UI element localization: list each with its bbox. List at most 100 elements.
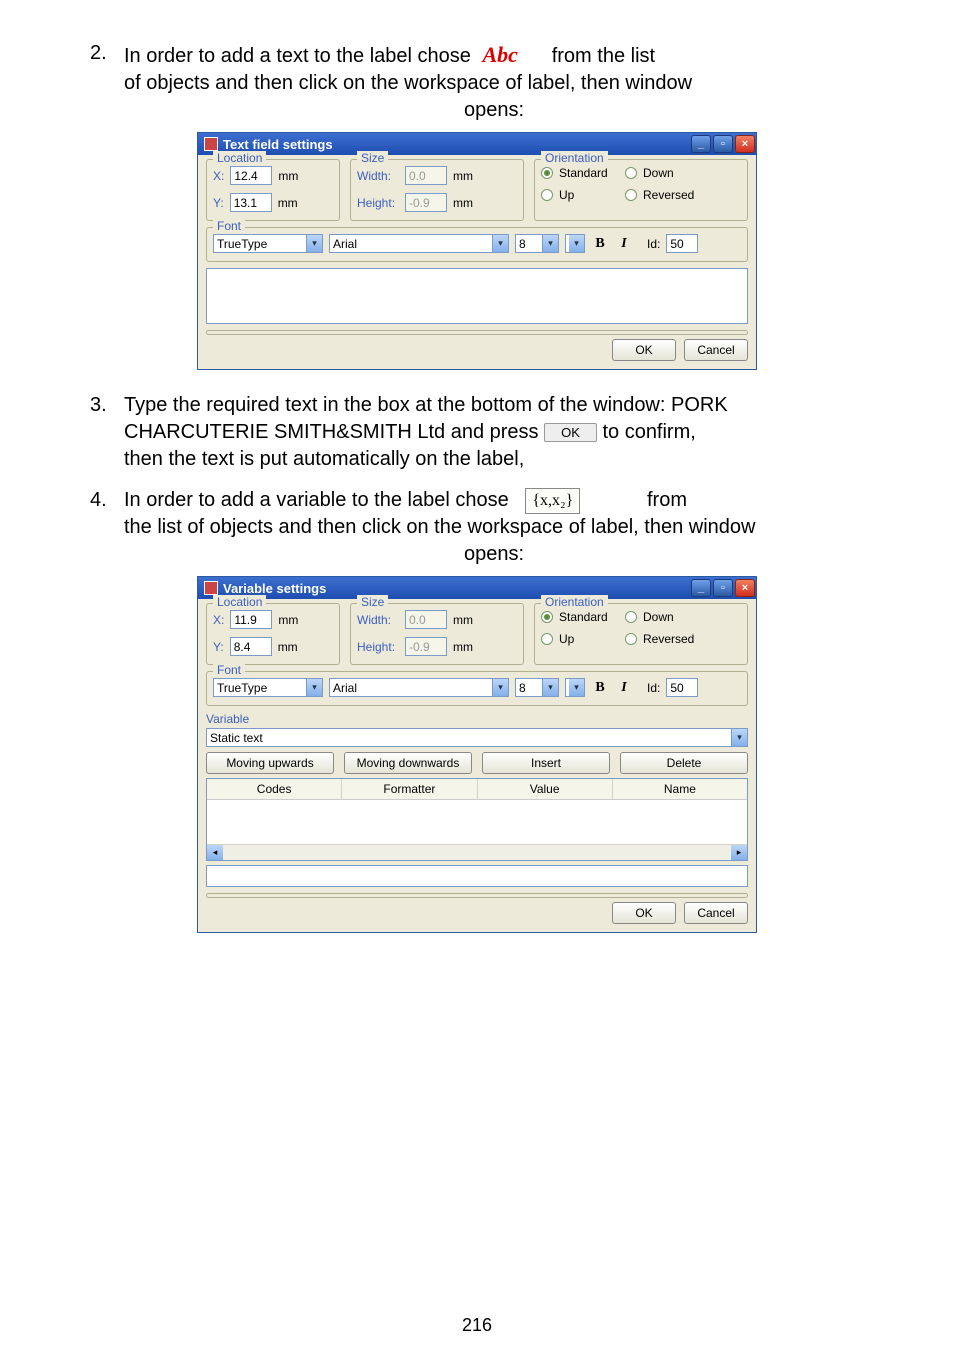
font-type-select[interactable]: TrueType ▾ <box>213 678 323 697</box>
step2-text-d: opens: <box>124 97 864 124</box>
mm-x: mm <box>278 169 298 183</box>
width-label: Width: <box>357 169 399 183</box>
mm-h: mm <box>453 640 473 654</box>
radio-down[interactable] <box>625 167 637 179</box>
y-label: Y: <box>213 640 224 654</box>
maximize-button[interactable]: ▫ <box>713 579 733 597</box>
text-multiline-input[interactable] <box>206 268 748 324</box>
ok-inline-button: OK <box>544 423 597 442</box>
font-name-select[interactable]: Arial▾ <box>329 234 509 253</box>
scroll-right-icon[interactable]: ▸ <box>731 845 747 860</box>
y-input[interactable] <box>230 637 272 656</box>
titlebar[interactable]: Text field settings _ ▫ × <box>198 133 756 155</box>
col-codes[interactable]: Codes <box>207 779 342 799</box>
step4-line3: opens: <box>124 541 864 568</box>
mm-w: mm <box>453 169 473 183</box>
radio-up[interactable] <box>541 189 553 201</box>
minimize-button[interactable]: _ <box>691 579 711 597</box>
font-size-select[interactable]: 8▾ <box>515 234 559 253</box>
down-label: Down <box>643 166 674 180</box>
scroll-track[interactable] <box>223 845 731 860</box>
mm-x: mm <box>278 613 298 627</box>
location-legend: Location <box>213 151 266 165</box>
text-field-settings-dialog: Text field settings _ ▫ × Location X: mm… <box>197 132 757 370</box>
step4-line1b: from <box>647 489 687 511</box>
height-input <box>405 637 447 656</box>
variable-list: Codes Formatter Value Name ◂ ▸ <box>206 778 748 861</box>
chevron-down-icon: ▾ <box>542 679 558 696</box>
font-legend: Font <box>213 219 245 233</box>
close-button[interactable]: × <box>735 579 755 597</box>
ok-button[interactable]: OK <box>612 902 676 924</box>
italic-button[interactable]: I <box>615 679 633 697</box>
font-size-select[interactable]: 8▾ <box>515 678 559 697</box>
italic-button[interactable]: I <box>615 235 633 253</box>
bold-button[interactable]: B <box>591 235 609 253</box>
cancel-button[interactable]: Cancel <box>684 902 748 924</box>
scroll-left-icon[interactable]: ◂ <box>207 845 223 860</box>
font-name-select[interactable]: Arial▾ <box>329 678 509 697</box>
col-formatter[interactable]: Formatter <box>342 779 477 799</box>
col-value[interactable]: Value <box>478 779 613 799</box>
radio-down[interactable] <box>625 611 637 623</box>
reversed-label: Reversed <box>643 632 694 646</box>
reversed-label: Reversed <box>643 188 694 202</box>
y-input[interactable] <box>230 193 272 212</box>
static-text-select[interactable]: Static text▾ <box>206 728 748 747</box>
moving-downwards-button[interactable]: Moving downwards <box>344 752 472 774</box>
list-body[interactable] <box>207 800 747 844</box>
minimize-button[interactable]: _ <box>691 135 711 153</box>
maximize-button[interactable]: ▫ <box>713 135 733 153</box>
width-input <box>405 166 447 185</box>
static-text-value: Static text <box>210 731 263 745</box>
ok-button[interactable]: OK <box>612 339 676 361</box>
id-label: Id: <box>647 237 660 251</box>
step4-line1a: In order to add a variable to the label … <box>124 489 509 511</box>
font-size-value: 8 <box>519 681 526 695</box>
radio-reversed[interactable] <box>625 633 637 645</box>
titlebar[interactable]: Variable settings _ ▫ × <box>198 577 756 599</box>
rule <box>206 893 748 898</box>
col-name[interactable]: Name <box>613 779 747 799</box>
step2-instruction: 2. In order to add a text to the label c… <box>90 40 864 124</box>
dialog-title: Variable settings <box>223 581 690 596</box>
abc-icon: Abc <box>476 42 523 67</box>
id-input[interactable] <box>666 678 698 697</box>
standard-label: Standard <box>559 166 619 180</box>
chevron-down-icon: ▾ <box>569 679 584 696</box>
radio-reversed[interactable] <box>625 189 637 201</box>
font-extra-select[interactable]: ▾ <box>565 678 585 697</box>
id-input[interactable] <box>666 234 698 253</box>
x-input[interactable] <box>230 166 272 185</box>
mm-y: mm <box>278 640 298 654</box>
moving-upwards-button[interactable]: Moving upwards <box>206 752 334 774</box>
font-type-value: TrueType <box>217 681 267 695</box>
chevron-down-icon: ▾ <box>492 235 508 252</box>
font-type-select[interactable]: TrueType▾ <box>213 234 323 253</box>
step4-instruction: 4. In order to add a variable to the lab… <box>90 487 864 568</box>
radio-standard[interactable] <box>541 611 553 623</box>
chevron-down-icon: ▾ <box>492 679 508 696</box>
horizontal-scrollbar[interactable]: ◂ ▸ <box>207 844 747 860</box>
x-input[interactable] <box>230 610 272 629</box>
insert-button[interactable]: Insert <box>482 752 610 774</box>
radio-standard[interactable] <box>541 167 553 179</box>
step3-line2a: CHARCUTERIE SMITH&SMITH Ltd and press <box>124 421 539 443</box>
step3-number: 3. <box>90 392 124 473</box>
close-button[interactable]: × <box>735 135 755 153</box>
location-legend: Location <box>213 595 266 609</box>
delete-button[interactable]: Delete <box>620 752 748 774</box>
bold-button[interactable]: B <box>591 679 609 697</box>
chevron-down-icon: ▾ <box>569 235 584 252</box>
id-label: Id: <box>647 681 660 695</box>
app-icon <box>204 581 218 595</box>
font-extra-select[interactable]: ▾ <box>565 234 585 253</box>
size-legend: Size <box>357 151 388 165</box>
width-input <box>405 610 447 629</box>
radio-up[interactable] <box>541 633 553 645</box>
orientation-legend: Orientation <box>541 151 608 165</box>
chevron-down-icon: ▾ <box>306 679 322 696</box>
cancel-button[interactable]: Cancel <box>684 339 748 361</box>
preview-area <box>206 865 748 887</box>
step3-line3: then the text is put automatically on th… <box>124 446 864 473</box>
